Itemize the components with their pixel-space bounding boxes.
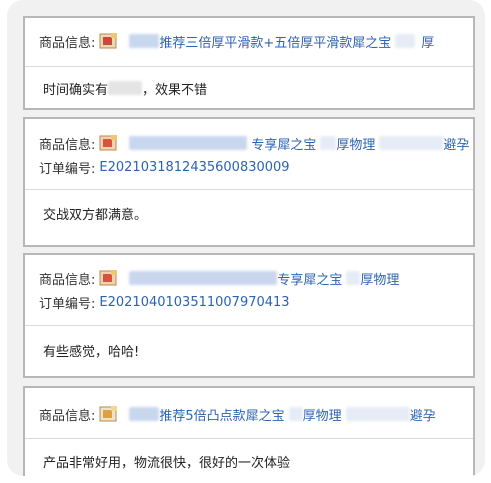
divider <box>25 189 473 190</box>
redacted-text <box>395 34 416 48</box>
reviews-panel: 商品信息: 推荐三倍厚平滑款+五倍厚平滑款犀之宝 厚 时间确实有 ，效果不错 商… <box>7 0 485 476</box>
review-card: 商品信息: 专享犀之宝 厚物理 避孕 订单编号: E20210318124356… <box>23 117 475 247</box>
comment-text: 交战双方都满意。 <box>43 207 148 223</box>
order-number-label: 订单编号: <box>39 161 96 177</box>
product-thumbnail-icon[interactable] <box>99 405 119 423</box>
product-name-link[interactable]: 专享犀之宝 <box>251 134 316 153</box>
redacted-text <box>345 407 410 421</box>
product-name-tail[interactable]: 厚 <box>421 32 434 51</box>
product-name-tail[interactable]: 避孕 <box>410 405 436 424</box>
product-thumbnail-icon[interactable] <box>99 269 119 287</box>
redacted-text <box>108 81 143 95</box>
comment-text: 时间确实有 <box>43 82 109 98</box>
comment-text: 有些感觉，哈哈! <box>43 344 140 360</box>
product-name-link[interactable]: 专享犀之宝 <box>277 269 342 288</box>
redacted-text <box>129 407 160 421</box>
review-comment: 产品非常好用，物流很快，很好的一次体验 <box>43 449 473 473</box>
redacted-text <box>129 271 278 285</box>
review-card: 商品信息: 推荐三倍厚平滑款+五倍厚平滑款犀之宝 厚 时间确实有 ，效果不错 <box>23 16 475 110</box>
redacted-text <box>129 34 160 48</box>
order-number-row: 订单编号: E2021040103511007970413 <box>39 290 473 314</box>
product-info-label: 商品信息: <box>39 272 96 288</box>
product-name-link[interactable]: 厚物理 <box>336 134 375 153</box>
divider <box>25 438 473 439</box>
redacted-text <box>288 407 303 421</box>
order-number[interactable]: E2021031812435600830009 <box>99 160 289 175</box>
product-info-label: 商品信息: <box>39 408 96 424</box>
redacted-text <box>129 136 248 150</box>
review-card: 商品信息: 专享犀之宝 厚物理 订单编号: E20210401035110079… <box>23 253 475 378</box>
comment-text: ，效果不错 <box>142 82 208 98</box>
review-comment: 有些感觉，哈哈! <box>43 338 473 362</box>
order-number-label: 订单编号: <box>39 296 96 312</box>
product-info-row: 商品信息: 专享犀之宝 厚物理 避孕 <box>39 131 473 155</box>
divider <box>25 325 473 326</box>
product-info-label: 商品信息: <box>39 137 96 153</box>
product-name-tail[interactable]: 避孕 <box>443 134 469 153</box>
product-thumbnail-icon[interactable] <box>99 134 119 152</box>
order-number[interactable]: E2021040103511007970413 <box>99 295 289 310</box>
product-name-link[interactable]: 厚物理 <box>303 405 342 424</box>
divider <box>25 66 473 67</box>
product-name-link[interactable]: 厚物理 <box>360 269 399 288</box>
product-name-link[interactable]: 推荐5倍凸点款犀之宝 <box>159 405 284 424</box>
product-info-row: 商品信息: 推荐5倍凸点款犀之宝 厚物理 避孕 <box>39 402 473 426</box>
product-info-row: 商品信息: 专享犀之宝 厚物理 <box>39 266 473 290</box>
redacted-text <box>346 271 361 285</box>
review-card: 商品信息: 推荐5倍凸点款犀之宝 厚物理 避孕 产品非常好用，物流很快，很好的一… <box>23 386 475 476</box>
product-info-row: 商品信息: 推荐三倍厚平滑款+五倍厚平滑款犀之宝 厚 <box>39 29 473 53</box>
order-number-row: 订单编号: E2021031812435600830009 <box>39 155 473 179</box>
product-info-label: 商品信息: <box>39 35 96 51</box>
comment-text: 产品非常好用，物流很快，很好的一次体验 <box>43 455 291 471</box>
redacted-text <box>379 136 444 150</box>
product-name-link[interactable]: 推荐三倍厚平滑款+五倍厚平滑款犀之宝 <box>159 32 391 51</box>
review-comment: 交战双方都满意。 <box>43 201 473 225</box>
product-thumbnail-icon[interactable] <box>99 32 119 50</box>
review-comment: 时间确实有 ，效果不错 <box>43 76 473 100</box>
redacted-text <box>320 136 337 150</box>
